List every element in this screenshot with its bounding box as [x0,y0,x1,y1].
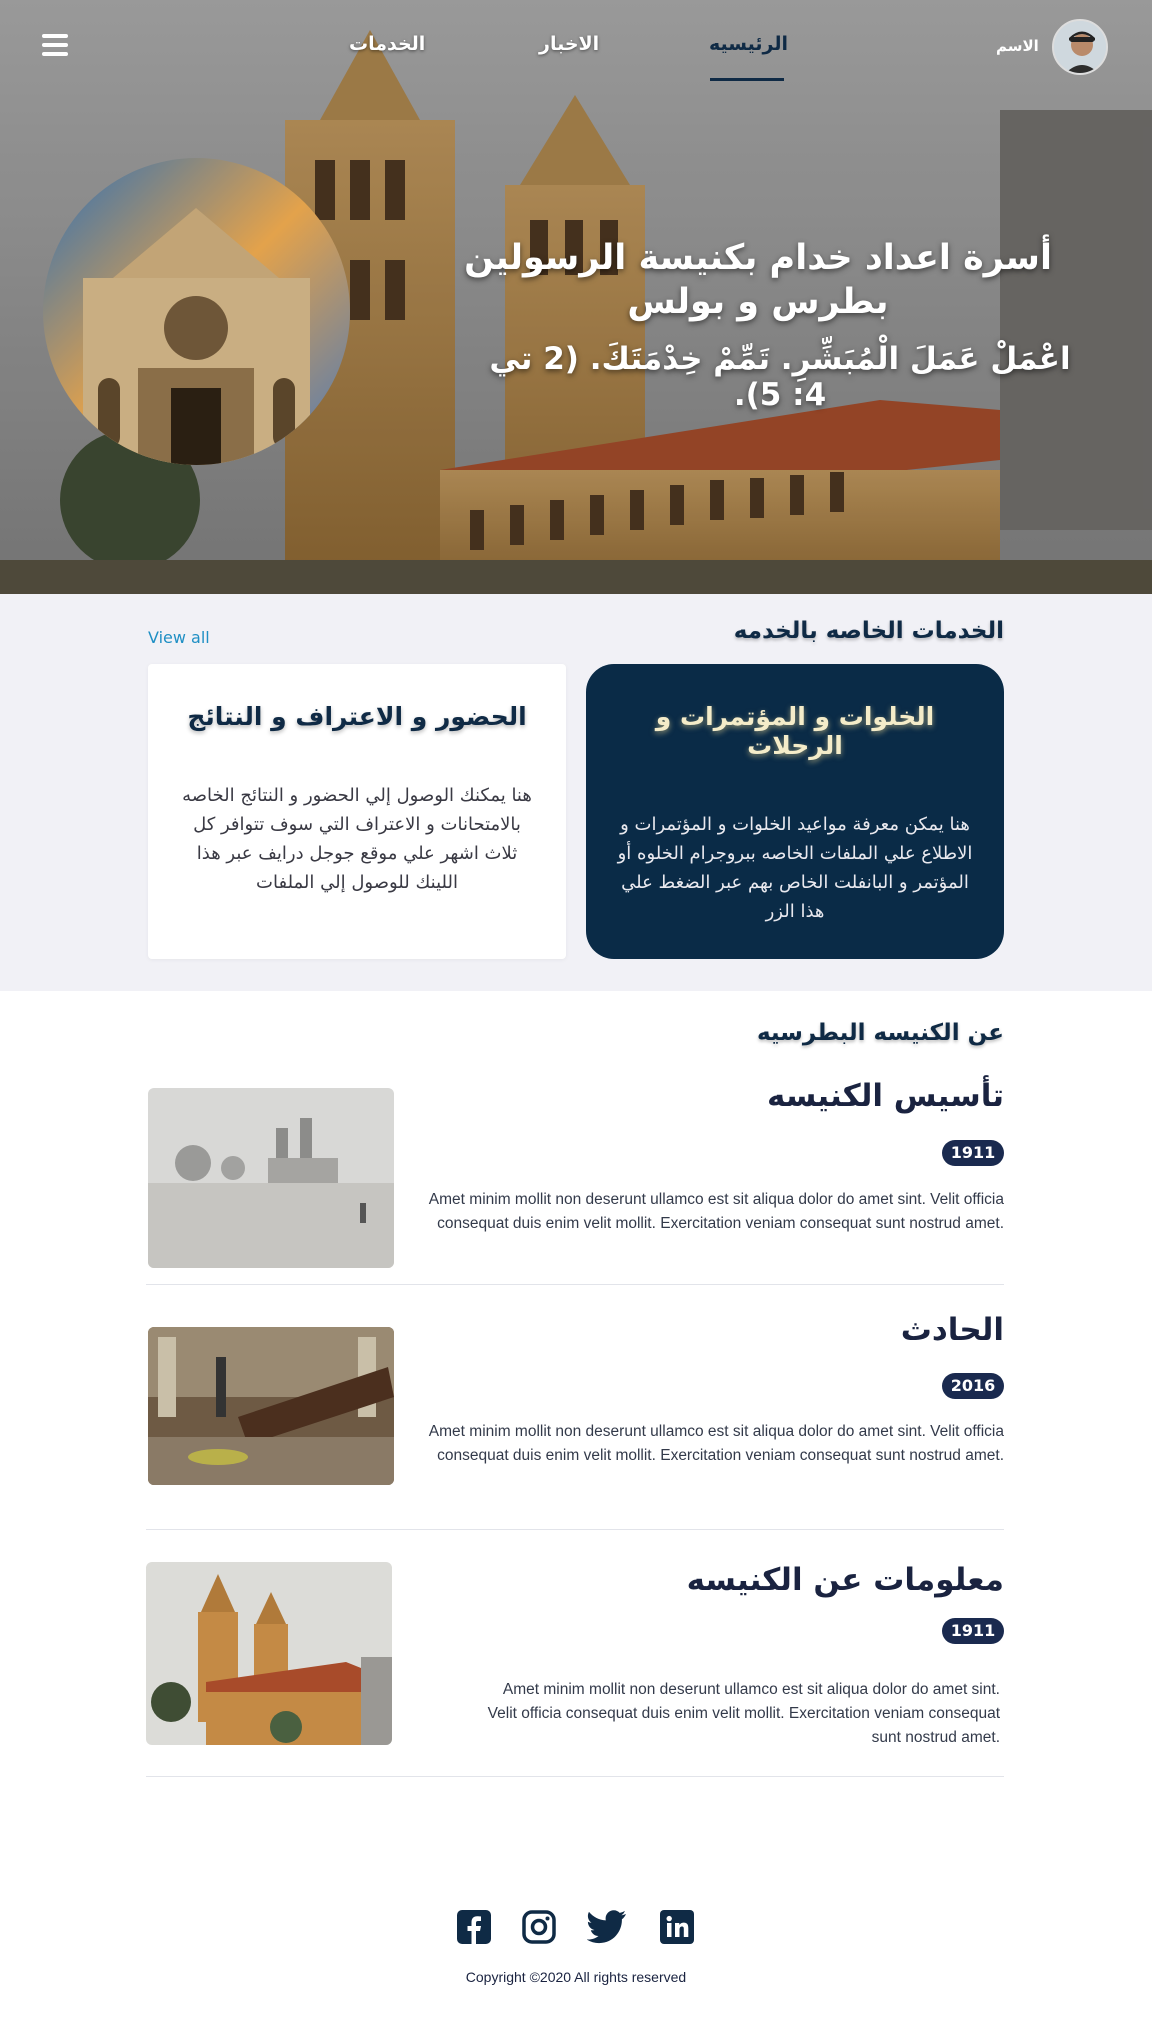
year-badge: 1911 [942,1618,1004,1644]
service-card-title: الحضور و الاعتراف و النتائج [187,702,527,731]
nav-link-home[interactable]: الرئيسيه [709,33,788,55]
year-badge: 2016 [942,1373,1004,1399]
about-item-text: Amet minim mollit non deserunt ullamco e… [487,1681,1000,1746]
service-card-text: هنا يمكن معرفة مواعيد الخلوات و المؤتمرا… [617,814,973,922]
nav-link-news[interactable]: الاخبار [539,33,599,55]
active-nav-indicator [710,78,784,81]
hero-section: الخدمات الاخبار الرئيسيه الاسم أسرة اعدا… [0,0,1152,594]
user-avatar[interactable] [1052,19,1108,75]
divider [146,1284,1004,1285]
about-section-title: عن الكنيسه البطرسيه [756,1020,1004,1046]
services-section: الخدمات الخاصه بالخدمه View all الخلوات … [0,594,1152,991]
top-nav: الخدمات الاخبار الرئيسيه الاسم [0,0,1152,90]
about-item-title: تأسيس الكنيسه [767,1078,1004,1114]
year-badge: 1911 [942,1140,1004,1166]
divider [146,1776,1004,1777]
facebook-icon[interactable] [457,1910,491,1944]
view-all-link[interactable]: View all [148,628,210,647]
twitter-icon[interactable] [586,1910,627,1944]
divider [146,1529,1004,1530]
service-card-attendance[interactable]: الحضور و الاعتراف و النتائج هنا يمكنك ال… [148,664,566,959]
hero-title: أسرة اعداد خدام بكنيسة الرسولين بطرس و ب… [464,238,1052,322]
about-item-title: الحادث [900,1312,1004,1348]
services-section-title: الخدمات الخاصه بالخدمه [733,618,1004,644]
hamburger-menu-icon[interactable] [42,34,68,56]
hero-verse: اعْمَلْ عَمَلَ الْمُبَشِّرِ. تَمِّمْ خِد… [489,341,1071,413]
instagram-icon[interactable] [522,1910,556,1944]
service-card-retreats[interactable]: الخلوات و المؤتمرات و الرحلات هنا يمكن م… [586,664,1004,959]
service-card-text: هنا يمكنك الوصول إلي الحضور و النتائج ال… [182,785,532,893]
about-item-title: معلومات عن الكنيسه [686,1562,1004,1598]
old-church-photo [148,1088,394,1268]
church-circle-image [43,158,350,465]
about-item-text: Amet minim mollit non deserunt ullamco e… [428,1191,1004,1232]
church-photo [146,1562,392,1745]
copyright-text: Copyright ©2020 All rights reserved [465,1969,687,1985]
user-name[interactable]: الاسم [996,37,1039,55]
about-item-text: Amet minim mollit non deserunt ullamco e… [428,1423,1004,1464]
service-card-title: الخلوات و المؤتمرات و الرحلات [655,702,935,760]
nav-link-services[interactable]: الخدمات [349,33,425,55]
linkedin-icon[interactable] [660,1910,694,1944]
incident-photo [148,1327,394,1485]
